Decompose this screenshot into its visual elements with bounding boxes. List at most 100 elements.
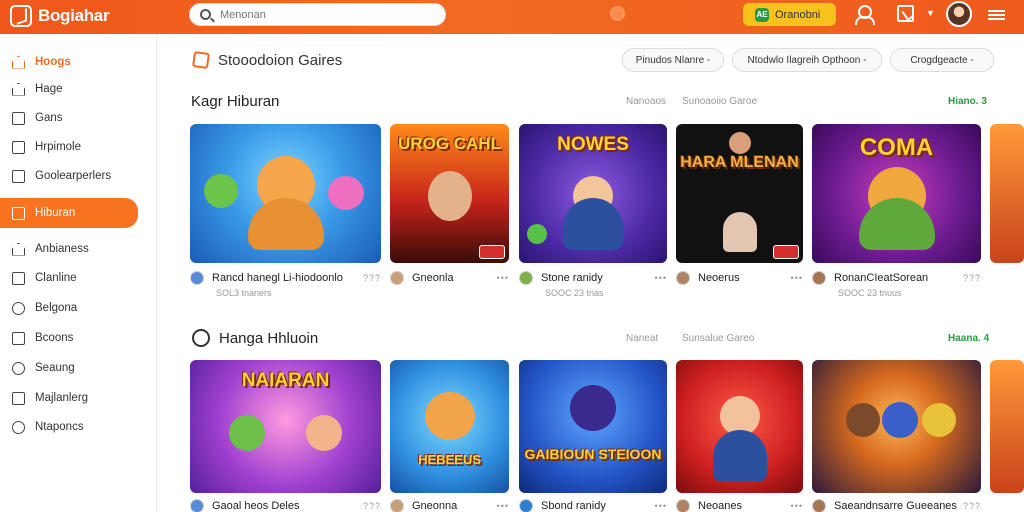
filter-dropdown-2[interactable]: Ntodwlo Ilagreih Opthoon - (732, 48, 882, 72)
game-stats: SOOC 23 tnuus (838, 288, 902, 298)
sidebar-item-seaung[interactable]: Seaung (0, 355, 157, 381)
house-icon (12, 82, 25, 96)
game-thumbnail[interactable] (990, 124, 1024, 263)
pin-icon (12, 301, 25, 315)
thumbnail-graphic (722, 212, 757, 253)
more-icon[interactable]: ??? (963, 273, 981, 283)
game-title[interactable]: Saeandnsarre Gueeanes (834, 500, 963, 512)
game-thumbnail[interactable]: NOWES (519, 124, 667, 263)
sidebar-item-hage[interactable]: Hage (0, 76, 157, 102)
creator-avatar[interactable] (519, 271, 533, 285)
sidebar-item-clanline[interactable]: Clanline (0, 265, 157, 291)
section-view-all-link[interactable]: Haana. 4 (948, 333, 989, 344)
sidebar-item-belgona[interactable]: Belgona (0, 295, 157, 321)
creator-avatar[interactable] (519, 499, 533, 512)
creator-avatar[interactable] (390, 499, 404, 512)
square-icon (12, 111, 25, 125)
more-icon[interactable]: ••• (791, 501, 803, 511)
thumbnail-graphic (728, 132, 751, 155)
more-icon[interactable]: ??? (363, 273, 381, 283)
card-meta: Gaoal heos Deles ??? (190, 498, 381, 512)
sidebar-item-label: Hoogs (35, 56, 71, 68)
more-icon[interactable]: ••• (655, 273, 667, 283)
game-title[interactable]: Gneonla (412, 272, 497, 284)
game-title[interactable]: Gneonna (412, 500, 497, 512)
tag-icon (12, 391, 25, 405)
game-title[interactable]: RonanCIeatSorean (834, 272, 963, 284)
thumbnail-graphic (247, 198, 324, 251)
thumbnail-title: GAIBIOUN STEIOON (524, 446, 662, 462)
sidebar-item-majlanlerg[interactable]: Majlanlerg (0, 385, 157, 411)
game-title[interactable]: Gaoal heos Deles (212, 500, 363, 512)
creator-avatar[interactable] (676, 271, 690, 285)
section-view-all-link[interactable]: Hiano. 3 (948, 96, 987, 107)
gift-icon[interactable] (897, 5, 914, 22)
thumbnail-graphic (563, 198, 623, 251)
creator-avatar[interactable] (812, 499, 826, 512)
brand-name[interactable]: Bogiahar (38, 6, 110, 26)
card-meta: Rancd hanegl Li-hiodoonlo ??? (190, 270, 381, 286)
game-thumbnail[interactable] (812, 360, 981, 493)
sidebar-item-goolearperlers[interactable]: Goolearperlers (0, 163, 157, 189)
section-meta[interactable]: Sunsalue Gareo (682, 333, 754, 344)
sidebar-item-label: Ntaponcs (35, 421, 84, 433)
more-icon[interactable]: ••• (791, 273, 803, 283)
main-content: Stooodoion Gaires Pinudos Nlanre - Ntodw… (158, 34, 1024, 512)
game-thumbnail[interactable]: NAIARAN (190, 360, 381, 493)
user-icon[interactable] (855, 5, 875, 25)
more-icon[interactable]: ??? (363, 501, 381, 511)
sidebar-item-hiburan[interactable]: Hiburan (0, 198, 138, 228)
search-bar[interactable] (189, 3, 446, 26)
sidebar-item-hrpimole[interactable]: Hrpimole (0, 134, 157, 160)
chevron-down-icon[interactable]: ▼ (926, 8, 935, 18)
logo-icon[interactable] (10, 5, 32, 27)
top-bar: Bogiahar AE Oranobni ▼ (0, 0, 1024, 34)
game-title[interactable]: Neoerus (698, 272, 791, 284)
filter-dropdown-3[interactable]: Crogdgeacte - (890, 48, 994, 72)
home-icon (12, 55, 25, 69)
thumbnail-graphic (305, 415, 342, 452)
entertainment-icon (12, 206, 25, 220)
more-icon[interactable]: ••• (655, 501, 667, 511)
game-thumbnail[interactable] (190, 124, 381, 263)
game-thumbnail[interactable]: GAIBIOUN STEIOON (519, 360, 667, 493)
section-title: Hanga Hhluoin (219, 330, 319, 347)
creator-avatar[interactable] (812, 271, 826, 285)
creator-avatar[interactable] (390, 271, 404, 285)
game-thumbnail[interactable]: UROG CAHL (390, 124, 509, 263)
game-thumbnail[interactable]: COMA (812, 124, 981, 263)
game-title[interactable]: Rancd hanegl Li-hiodoonlo (212, 272, 363, 284)
card-meta: Gneonla ••• (390, 270, 509, 286)
sidebar-item-home[interactable]: Hoogs (0, 49, 157, 75)
game-thumbnail[interactable]: HARA MLENAN (676, 124, 803, 263)
game-title[interactable]: Sbond ranidy (541, 500, 655, 512)
section-meta[interactable]: Nanoaos (626, 96, 666, 107)
game-thumbnail[interactable] (990, 360, 1024, 493)
sidebar-item-anbianess[interactable]: Anbianess (0, 236, 157, 262)
game-title[interactable]: Neoanes (698, 500, 791, 512)
thumbnail-graphic (712, 429, 767, 482)
more-icon[interactable]: ••• (497, 273, 509, 283)
sidebar-item-label: Belgona (35, 302, 78, 314)
creator-avatar[interactable] (190, 499, 204, 512)
search-icon (12, 361, 25, 375)
creator-avatar[interactable] (190, 271, 204, 285)
game-thumbnail[interactable] (676, 360, 803, 493)
section-meta[interactable]: Naneat (626, 333, 658, 344)
filter-dropdown-1[interactable]: Pinudos Nlanre - (622, 48, 724, 72)
creator-avatar[interactable] (676, 499, 690, 512)
card-meta: Neoerus ••• (676, 270, 803, 286)
game-thumbnail[interactable]: HEBEEUS (390, 360, 509, 493)
avatar[interactable] (946, 1, 972, 27)
search-icon[interactable] (200, 9, 211, 20)
menu-icon[interactable] (988, 10, 1005, 20)
more-icon[interactable]: ••• (497, 501, 509, 511)
game-title[interactable]: Stone ranidy (541, 272, 655, 284)
section-meta[interactable]: Sunoaoiio Garoe (682, 96, 757, 107)
sidebar-item-bcoons[interactable]: Bcoons (0, 325, 157, 351)
sidebar-item-ntaponcs[interactable]: Ntaponcs (0, 414, 157, 440)
more-icon[interactable]: ??? (963, 501, 981, 511)
deposit-button[interactable]: AE Oranobni (743, 3, 836, 26)
sidebar-item-gans[interactable]: Gans (0, 105, 157, 131)
search-input[interactable] (220, 7, 435, 23)
